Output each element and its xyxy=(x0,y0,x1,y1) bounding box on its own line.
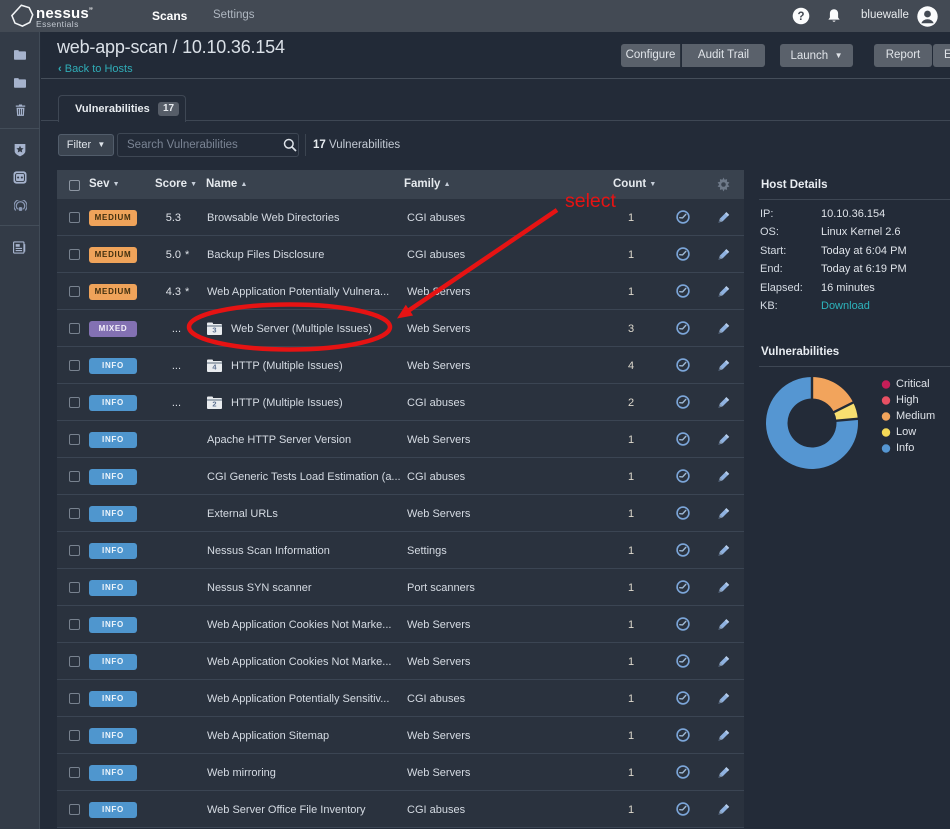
svg-text:3: 3 xyxy=(212,326,216,335)
svg-text:?: ? xyxy=(797,11,804,23)
svg-text:2: 2 xyxy=(212,400,216,409)
